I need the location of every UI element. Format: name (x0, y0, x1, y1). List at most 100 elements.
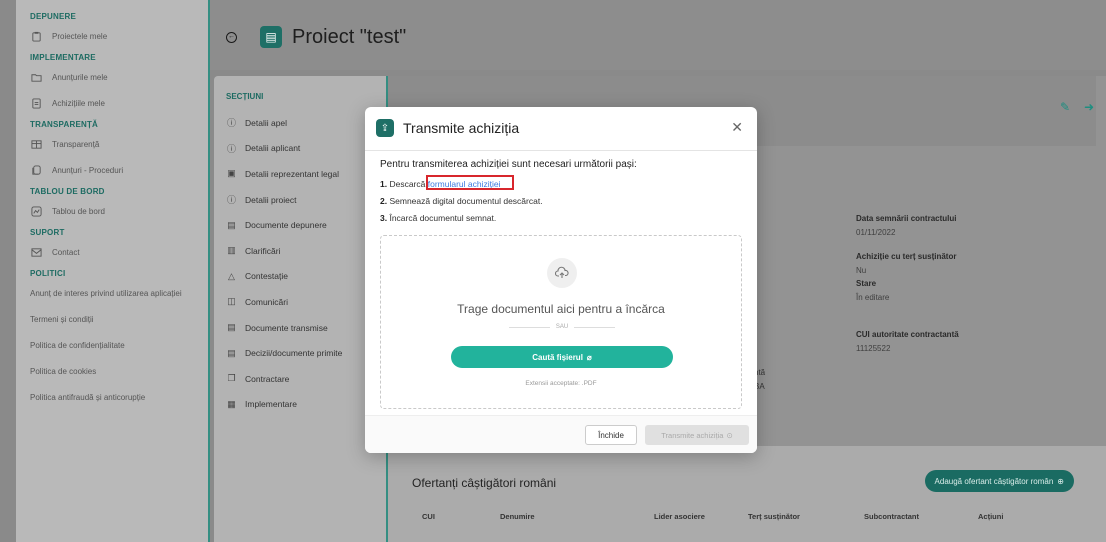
info-icon: ⓘ (226, 118, 236, 129)
column-header: Acțiuni (978, 512, 1004, 521)
copy-icon (30, 164, 42, 176)
step-text: Descarcă (389, 179, 428, 189)
app-root: DEPUNERE Proiectele mele IMPLEMENTARE An… (0, 0, 1106, 542)
sidebar-item-anunturile-mele[interactable]: Anunțurile mele (16, 64, 208, 90)
sidebar-item-antifrauda[interactable]: Politica antifraudă și anticorupție (16, 384, 208, 410)
section-label: Decizii/documente primite (245, 348, 343, 359)
submit-procurement-modal: ⇪ Transmite achiziția ✕ Pentru transmite… (365, 107, 757, 453)
copy-icon: ❐ (227, 373, 236, 384)
sidebar-item-contact[interactable]: Contact (16, 239, 208, 265)
sections-panel: SECȚIUNI ⓘ Detalii apel ⓘ Detalii aplicant… (214, 76, 388, 542)
back-arrow-icon[interactable]: ← (226, 32, 237, 43)
sidebar-item-label: Politica antifraudă și anticorupție (30, 392, 146, 402)
step-number: 2. (380, 196, 388, 206)
winners-title: Ofertanți câștigători români (412, 476, 557, 490)
submit-label: Transmite achiziția (661, 430, 724, 440)
sidebar-item-tablou-de-bord[interactable]: Tablou de bord (16, 198, 208, 224)
step-text: Semnează digital documentul descărcat. (389, 196, 543, 206)
section-documente-transmise[interactable]: ▤ Documente transmise (214, 315, 386, 341)
clipboard-icon (30, 30, 42, 42)
sidebar-item-termeni[interactable]: Termeni și condiții (16, 306, 208, 332)
modal-footer: Închide Transmite achiziția ⊙ (365, 415, 757, 453)
detail-field: Data semnării contractului 01/11/2022 (856, 214, 956, 237)
sidebar-item-label: Achizițiile mele (52, 98, 105, 108)
close-icon[interactable]: ✕ (731, 119, 743, 136)
sidebar-item-achizitiile-mele[interactable]: Achizițiile mele (16, 90, 208, 116)
edit-icon[interactable]: ✎ (1060, 100, 1070, 114)
step-number: 3. (380, 213, 388, 223)
browse-file-button[interactable]: Caută fișierul ⌀ (451, 346, 673, 368)
or-text: SAU (555, 324, 569, 330)
id-card-icon: ▣ (227, 168, 236, 179)
section-reprezentant-legal[interactable]: ▣ Detalii reprezentant legal (214, 161, 386, 187)
section-label: Detalii proiect (245, 194, 297, 205)
separator-line (509, 326, 550, 328)
sections-title: SECȚIUNI (226, 92, 264, 101)
add-winner-label: Adaugă ofertant câștigător român (934, 476, 1054, 486)
sidebar-item-anunt-interes[interactable]: Anunț de interes privind utilizarea apli… (16, 280, 208, 306)
detail-field: Achiziție cu terț susținător Nu (856, 252, 956, 275)
sidebar-item-label: Politica de cookies (30, 366, 97, 376)
section-clarificari[interactable]: ▥ Clarificări (214, 238, 386, 264)
paperclip-icon: ⌀ (586, 352, 592, 362)
document-icon: ▤ (227, 219, 236, 230)
cloud-upload-icon (547, 258, 577, 288)
sidebar-item-label: Anunțurile mele (52, 72, 108, 82)
sidebar-section-transparenta: TRANSPARENȚĂ (30, 120, 99, 129)
drop-text: Trage documentul aici pentru a încărca (457, 302, 665, 316)
sidebar-section-depunere: DEPUNERE (30, 12, 77, 21)
clipboard-icon: ▤ (260, 26, 282, 48)
step-2: 2. Semnează digital documentul descărcat… (380, 193, 742, 210)
document-icon: ▤ (227, 347, 236, 358)
section-label: Implementare (245, 399, 297, 410)
left-sidebar: DEPUNERE Proiectele mele IMPLEMENTARE An… (16, 0, 208, 542)
sidebar-item-transparenta[interactable]: Transparență (16, 131, 208, 157)
detail-field: Stare În editare (856, 279, 889, 302)
separator-line (574, 326, 615, 328)
detail-value: 01/11/2022 (856, 228, 896, 237)
column-header: CUI (422, 512, 435, 521)
section-label: Documente transmise (245, 322, 328, 333)
section-detalii-aplicant[interactable]: ⓘ Detalii aplicant (214, 136, 386, 162)
sidebar-item-confidentialitate[interactable]: Politica de confidențialitate (16, 332, 208, 358)
document-icon: ▤ (227, 322, 236, 333)
section-label: Detalii aplicant (245, 143, 301, 154)
sidebar-item-anunturi-proceduri[interactable]: Anunțuri - Proceduri (16, 157, 208, 183)
column-header: Subcontractant (864, 512, 920, 521)
add-winner-button[interactable]: Adaugă ofertant câștigător român ⊕ (924, 470, 1074, 492)
page-title: Proiect "test" (292, 26, 407, 48)
section-detalii-proiect[interactable]: ⓘ Detalii proiect (214, 187, 386, 213)
close-button[interactable]: Închide (585, 425, 637, 445)
document-upload-icon: ⇪ (376, 119, 394, 137)
detail-value: Nu (856, 266, 867, 275)
or-separator: SAU (509, 324, 615, 330)
table-icon: ▦ (227, 398, 236, 409)
section-implementare[interactable]: ▦ Implementare (214, 392, 386, 418)
sidebar-item-label: Contact (52, 247, 80, 257)
submit-procurement-button[interactable]: Transmite achiziția ⊙ (645, 425, 749, 445)
sidebar-item-label: Proiectele mele (52, 31, 108, 41)
section-decizii[interactable]: ▤ Decizii/documente primite (214, 340, 386, 366)
section-contestatie[interactable]: △ Contestație (214, 264, 386, 290)
sidebar-item-label: Termeni și condiții (30, 314, 94, 324)
section-contractare[interactable]: ❐ Contractare (214, 366, 386, 392)
highlight-box (426, 175, 514, 190)
detail-field: CUI autoritate contractantă 11125522 (856, 330, 959, 353)
sidebar-item-label: Transparență (52, 139, 100, 149)
detail-label: Data semnării contractului (856, 214, 957, 223)
sidebar-item-proiectele-mele[interactable]: Proiectele mele (16, 23, 208, 49)
sidebar-section-suport: SUPORT (30, 228, 65, 237)
table-icon (30, 138, 42, 150)
section-detalii-apel[interactable]: ⓘ Detalii apel (214, 110, 386, 136)
sidebar-item-cookies[interactable]: Politica de cookies (16, 358, 208, 384)
detail-label: Stare (856, 279, 877, 288)
section-comunicari[interactable]: ◫ Comunicări (214, 289, 386, 315)
file-drop-zone[interactable]: Trage documentul aici pentru a încărca S… (380, 235, 742, 409)
winners-section: Ofertanți câștigători români Adaugă ofer… (388, 446, 1106, 542)
folder-icon (30, 71, 42, 83)
sidebar-section-politici: POLITICI (30, 269, 66, 278)
section-documente-depunere[interactable]: ▤ Documente depunere (214, 212, 386, 238)
section-label: Contractare (245, 373, 290, 384)
arrow-right-circle-icon[interactable]: ➜ (1084, 100, 1094, 114)
detail-value: 11125522 (856, 344, 891, 353)
